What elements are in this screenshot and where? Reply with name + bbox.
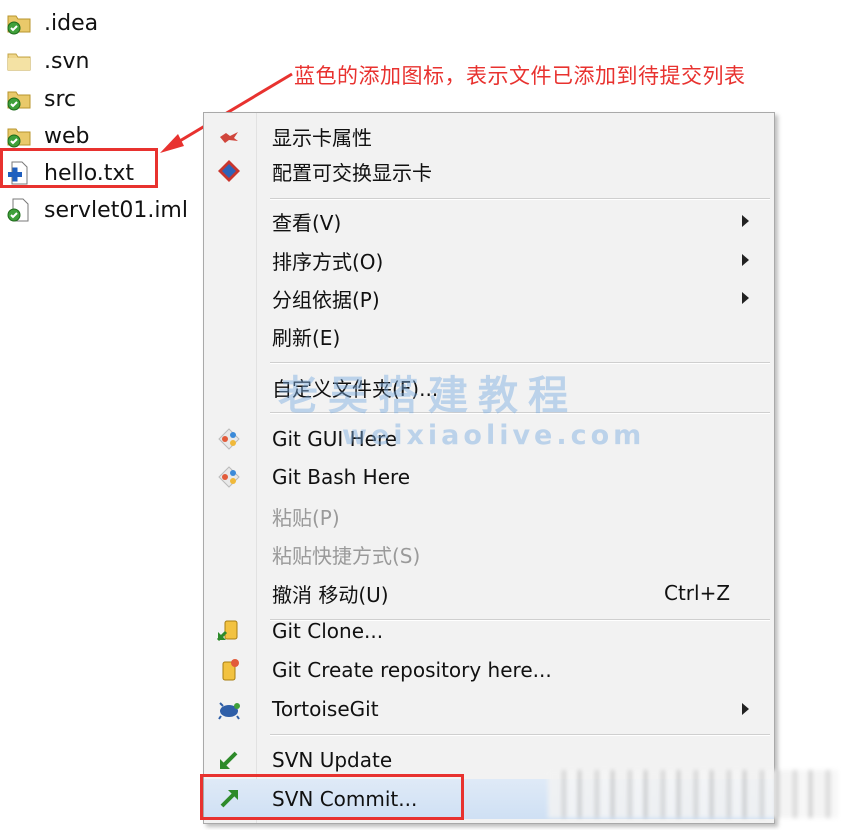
menu-item-label: 显示卡属性 — [272, 125, 372, 150]
git-clone-icon — [216, 618, 242, 644]
menu-separator — [270, 198, 770, 200]
file-name: src — [44, 86, 77, 112]
menu-item-git-clone[interactable]: Git Clone... — [204, 613, 774, 649]
menu-item-label: Git Bash Here — [272, 465, 411, 489]
menu-item-group-by[interactable]: 分组依据(P) — [204, 280, 774, 316]
watermark-line2: weixiaolive.com — [342, 420, 646, 451]
menu-item-tortoisegit[interactable]: TortoiseGit — [204, 691, 774, 727]
menu-item-label: 分组依据(P) — [272, 287, 380, 312]
menu-item-label: Git Clone... — [272, 619, 384, 643]
file-name: servlet01.iml — [44, 197, 188, 223]
file-name: .idea — [44, 10, 99, 36]
tortoisegit-icon — [216, 696, 242, 722]
git-gui-icon — [216, 426, 242, 452]
submenu-arrow-icon — [742, 292, 749, 304]
git-bash-icon — [216, 464, 242, 490]
menu-item-paste[interactable]: 粘贴(P) — [204, 498, 774, 534]
menu-item-label: 查看(V) — [272, 210, 342, 235]
menu-item-shortcut: Ctrl+Z — [664, 581, 731, 605]
git-create-repo-icon — [216, 657, 242, 683]
menu-separator — [270, 734, 770, 736]
submenu-arrow-icon — [742, 254, 749, 266]
file-name: web — [44, 123, 90, 149]
svn-folder-icon — [6, 10, 32, 36]
menu-item-label: 粘贴(P) — [272, 505, 340, 530]
file-item-svn[interactable]: .svn — [6, 46, 89, 76]
file-item-web[interactable]: web — [6, 121, 90, 151]
submenu-arrow-icon — [742, 703, 749, 715]
file-name: .svn — [44, 48, 90, 74]
switchable-graphics-icon — [216, 158, 242, 184]
display-properties-icon — [216, 123, 242, 149]
highlight-box-hello-txt — [0, 148, 158, 188]
menu-item-label: 粘贴快捷方式(S) — [272, 543, 421, 568]
menu-item-label: 撤消 移动(U) — [272, 582, 389, 607]
watermark-line1: 老吴搭建教程 — [278, 373, 578, 419]
svn-file-icon — [6, 197, 32, 223]
menu-item-sort-by[interactable]: 排序方式(O) — [204, 242, 774, 278]
svn-update-icon — [216, 747, 242, 773]
svn-folder-icon — [6, 86, 32, 112]
file-item-servlet01-iml[interactable]: servlet01.iml — [6, 195, 188, 225]
menu-separator — [270, 362, 770, 364]
menu-item-switchable-graphics[interactable]: 配置可交换显示卡 — [204, 153, 774, 189]
menu-item-label: 配置可交换显示卡 — [272, 160, 432, 185]
menu-item-git-bash-here[interactable]: Git Bash Here — [204, 459, 774, 495]
menu-item-label: SVN Update — [272, 748, 393, 772]
menu-item-display-properties[interactable]: 显示卡属性 — [204, 118, 774, 154]
folder-icon — [6, 48, 32, 74]
watermark: 老吴搭建教程 weixiaolive.com — [278, 372, 645, 452]
menu-item-refresh[interactable]: 刷新(E) — [204, 318, 774, 354]
menu-item-label: Git Create repository here... — [272, 658, 552, 682]
menu-item-git-create-repository[interactable]: Git Create repository here... — [204, 652, 774, 688]
menu-item-paste-shortcut[interactable]: 粘贴快捷方式(S) — [204, 536, 774, 572]
context-menu: 显示卡属性 配置可交换显示卡 查看(V) 排序方式(O) 分组依据(P) 刷新(… — [203, 112, 775, 824]
file-item-idea[interactable]: .idea — [6, 8, 98, 38]
submenu-arrow-icon — [742, 215, 749, 227]
file-item-src[interactable]: src — [6, 84, 76, 114]
menu-item-label: 刷新(E) — [272, 325, 341, 350]
menu-item-undo-move[interactable]: 撤消 移动(U) Ctrl+Z — [204, 575, 774, 611]
annotation-text: 蓝色的添加图标，表示文件已添加到待提交列表 — [294, 64, 746, 88]
highlight-box-svn-commit — [200, 774, 464, 820]
redacted-area — [548, 770, 838, 818]
menu-item-label: TortoiseGit — [272, 697, 379, 721]
menu-item-label: 排序方式(O) — [272, 249, 384, 274]
svn-folder-icon — [6, 123, 32, 149]
menu-item-view[interactable]: 查看(V) — [204, 203, 774, 239]
